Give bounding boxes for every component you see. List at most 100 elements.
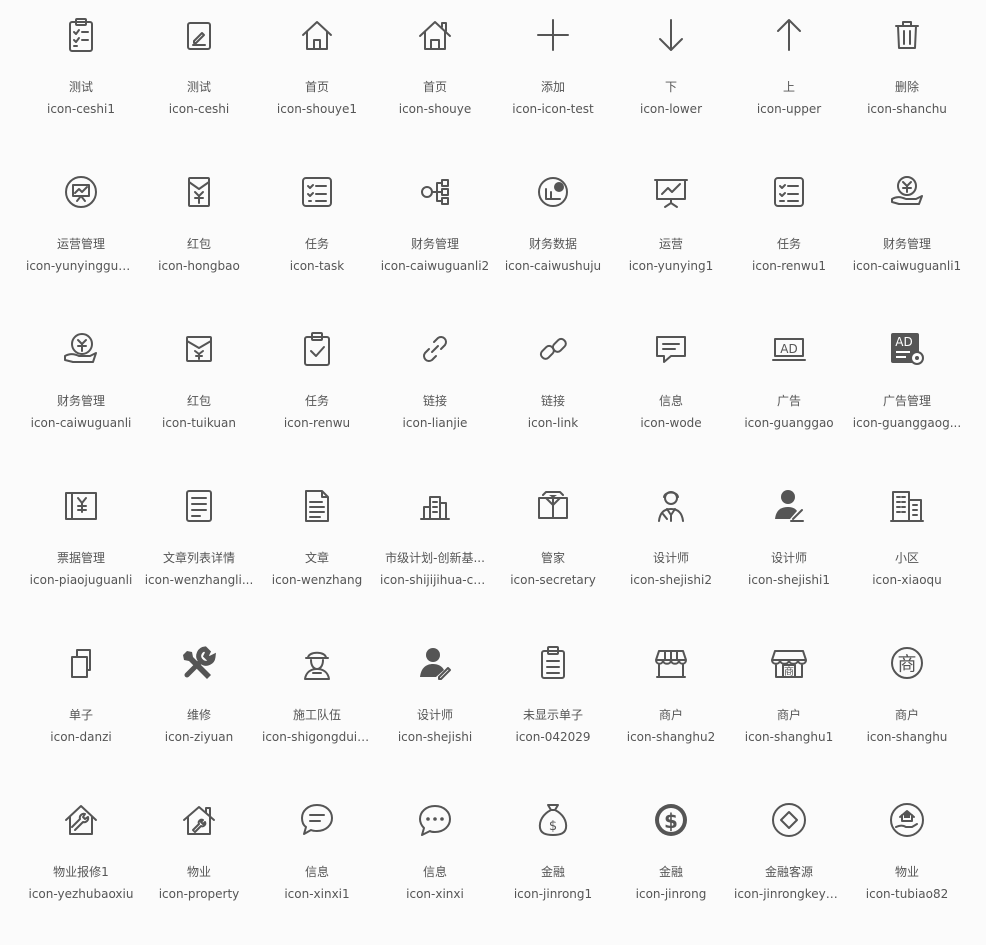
icon-name-cn: 金融 (658, 865, 683, 879)
icon-cell[interactable]: 运营管理 icon-yunyingguanli (22, 160, 140, 317)
icon-code: icon-caiwushuju (504, 259, 602, 273)
icon-name-cn: 测试 (68, 80, 93, 94)
icon-code: icon-jinrongkeyu... (734, 887, 845, 901)
icon-code: icon-jinrong1 (513, 887, 593, 901)
icon-cell[interactable]: 删除 icon-shanchu (848, 3, 966, 160)
icon-cell[interactable]: 财务数据 icon-caiwushuju (494, 160, 612, 317)
home-chimney-icon (415, 15, 455, 55)
icon-cell[interactable]: 设计师 icon-shejishi (376, 631, 494, 788)
icon-code: icon-ceshi1 (46, 102, 115, 116)
icon-cell[interactable]: 红包 icon-tuikuan (140, 317, 258, 474)
icon-cell[interactable]: 物业 icon-property (140, 788, 258, 945)
property-hand-icon (887, 800, 927, 840)
bill-icon (61, 486, 101, 526)
icon-grid: 测试 icon-ceshi1 测试 icon-ceshi 首页 icon-shouye1 首… (0, 0, 986, 916)
icon-code: icon-shejishi2 (630, 573, 712, 587)
tools-icon (179, 643, 219, 683)
icon-name-cn: 红包 (186, 237, 211, 251)
icon-code: icon-xiaoqu (872, 573, 942, 587)
icon-cell[interactable]: 信息 icon-wode (612, 317, 730, 474)
icon-cell[interactable]: AD 广告 icon-guanggao (730, 317, 848, 474)
icon-cell[interactable]: 设计师 icon-shejishi2 (612, 474, 730, 631)
icon-cell[interactable]: 商商户 icon-shanghu (848, 631, 966, 788)
icon-cell[interactable]: 测试 icon-ceshi (140, 3, 258, 160)
icon-cell[interactable]: 任务 icon-renwu1 (730, 160, 848, 317)
icon-name-cn: 商户 (894, 708, 919, 722)
icon-cell[interactable]: 任务 icon-renwu (258, 317, 376, 474)
icon-name-cn: 单子 (68, 708, 93, 722)
icon-name-cn: 物业 (894, 865, 919, 879)
finance-tree-icon (415, 172, 455, 212)
icon-name-cn: 删除 (894, 80, 919, 94)
icon-name-cn: 测试 (186, 80, 211, 94)
icon-cell[interactable]: 商商户 icon-shanghu1 (730, 631, 848, 788)
icon-name-cn: 管家 (540, 551, 565, 565)
icon-cell[interactable]: $ 金融 icon-jinrong1 (494, 788, 612, 945)
icon-cell[interactable]: 施工队伍 icon-shigongduiwu (258, 631, 376, 788)
icon-cell[interactable]: 信息 icon-xinxi (376, 788, 494, 945)
icon-cell[interactable]: 金融客源 icon-jinrongkeyu... (730, 788, 848, 945)
icon-code: icon-wode (640, 416, 702, 430)
icon-name-cn: 文章 (304, 551, 329, 565)
icon-cell[interactable]: 运营 icon-yunying1 (612, 160, 730, 317)
icon-cell[interactable]: 财务管理 icon-caiwuguanli2 (376, 160, 494, 317)
icon-cell[interactable]: 首页 icon-shouye1 (258, 3, 376, 160)
icon-name-cn: 维修 (186, 708, 211, 722)
icon-cell[interactable]: 文章列表详情 icon-wenzhangli... (140, 474, 258, 631)
icon-cell[interactable]: 设计师 icon-shejishi1 (730, 474, 848, 631)
icon-cell[interactable]: 文章 icon-wenzhang (258, 474, 376, 631)
icon-code: icon-shanghu (866, 730, 948, 744)
icon-cell[interactable]: 上 icon-upper (730, 3, 848, 160)
icon-name-cn: 首页 (422, 80, 447, 94)
icon-name-cn: 小区 (894, 551, 919, 565)
icon-cell[interactable]: 添加 icon-icon-test (494, 3, 612, 160)
icon-name-cn: 运营管理 (56, 237, 105, 251)
icon-cell[interactable]: 维修 icon-ziyuan (140, 631, 258, 788)
icon-code: icon-tubiao82 (865, 887, 949, 901)
icon-cell[interactable]: 物业 icon-tubiao82 (848, 788, 966, 945)
icon-code: icon-caiwuguanli (30, 416, 132, 430)
icon-cell[interactable]: 市级计划-创新基... icon-shijijihua-ch... (376, 474, 494, 631)
icon-code: icon-wenzhang (271, 573, 363, 587)
icon-cell[interactable]: 链接 icon-link (494, 317, 612, 474)
icon-name-cn: 票据管理 (56, 551, 105, 565)
icon-name-cn: 金融客源 (764, 865, 813, 879)
icon-code: icon-jinrong (635, 887, 707, 901)
icon-code: icon-shejishi (397, 730, 473, 744)
icon-cell[interactable]: 测试 icon-ceshi1 (22, 3, 140, 160)
icon-cell[interactable]: 首页 icon-shouye (376, 3, 494, 160)
icon-code: icon-042029 (515, 730, 591, 744)
chart-circle-icon (61, 172, 101, 212)
icon-cell[interactable]: 链接 icon-lianjie (376, 317, 494, 474)
icon-code: icon-guanggao (744, 416, 834, 430)
icon-code: icon-shejishi1 (748, 573, 830, 587)
icon-cell[interactable]: 管家 icon-secretary (494, 474, 612, 631)
plus-icon (533, 15, 573, 55)
icon-cell[interactable]: 物业报修1 icon-yezhubaoxiu (22, 788, 140, 945)
icon-name-cn: 市级计划-创新基... (385, 551, 485, 565)
icon-cell[interactable]: 任务 icon-task (258, 160, 376, 317)
icon-cell[interactable]: 小区 icon-xiaoqu (848, 474, 966, 631)
icon-cell[interactable]: $ 金融 icon-jinrong (612, 788, 730, 945)
icon-cell[interactable]: 商户 icon-shanghu2 (612, 631, 730, 788)
ad-icon: AD (769, 329, 809, 369)
icon-cell[interactable]: 下 icon-lower (612, 3, 730, 160)
icon-code: icon-shijijihua-ch... (380, 573, 493, 587)
icon-cell[interactable]: 未显示单子 icon-042029 (494, 631, 612, 788)
icon-name-cn: 未显示单子 (522, 708, 583, 722)
icon-cell[interactable]: 信息 icon-xinxi1 (258, 788, 376, 945)
icon-cell[interactable]: 票据管理 icon-piaojuguanli (22, 474, 140, 631)
icon-code: icon-danzi (50, 730, 112, 744)
icon-code: icon-renwu1 (752, 259, 826, 273)
red-envelope-icon (179, 172, 219, 212)
icon-cell[interactable]: 财务管理 icon-caiwuguanli1 (848, 160, 966, 317)
chat-bubble-icon (297, 800, 337, 840)
icon-cell[interactable]: 红包 icon-hongbao (140, 160, 258, 317)
presentation-board-icon (651, 172, 691, 212)
icon-cell[interactable]: 单子 icon-danzi (22, 631, 140, 788)
icon-cell[interactable]: AD 广告管理 icon-guanggaog... (848, 317, 966, 474)
icon-code: icon-tuikuan (162, 416, 236, 430)
icon-cell[interactable]: 财务管理 icon-caiwuguanli (22, 317, 140, 474)
icon-name-cn: 金融 (540, 865, 565, 879)
home-icon (297, 15, 337, 55)
